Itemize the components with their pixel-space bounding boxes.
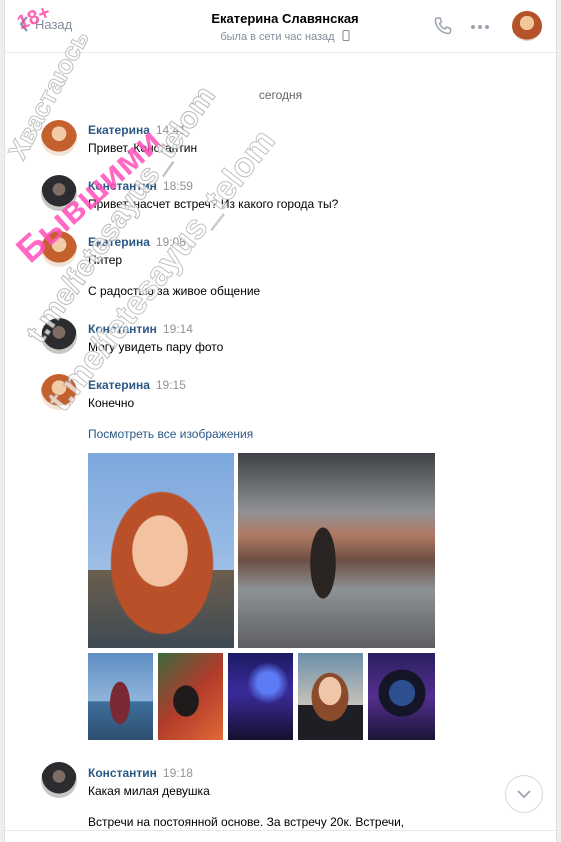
message-author[interactable]: Екатерина 14:41 (88, 123, 186, 137)
message-text: Какая милая девушка (88, 784, 210, 798)
contact-name: Екатерина Славянская (211, 11, 359, 26)
avatar[interactable] (41, 318, 77, 354)
date-separator: сегодня (258, 88, 303, 102)
contact-avatar[interactable] (512, 11, 542, 41)
message-author[interactable]: Екатерина 19:15 (88, 378, 186, 392)
avatar[interactable] (41, 120, 77, 156)
more-options-icon[interactable] (470, 24, 490, 30)
chevron-down-icon (517, 789, 531, 798)
photo-attachment[interactable] (228, 653, 293, 740)
chevron-left-icon (19, 16, 28, 32)
message-text: Привет, насчет встреч? Из какого города … (88, 197, 339, 211)
message-text: С радостью за живое общение (88, 284, 261, 298)
message-text: Могу увидеть пару фото (88, 340, 224, 354)
avatar[interactable] (41, 231, 77, 267)
photo-attachment[interactable] (298, 653, 363, 740)
chat-panel: Назад Екатерина Славянская была в сети ч… (4, 0, 557, 842)
photo-attachment[interactable] (238, 453, 435, 648)
phone-call-icon[interactable] (433, 16, 453, 36)
photo-attachment[interactable] (158, 653, 223, 740)
message-author[interactable]: Екатерина 19:08 (88, 235, 186, 249)
avatar[interactable] (41, 175, 77, 211)
message-time: 19:15 (155, 378, 186, 392)
scroll-down-button[interactable] (505, 775, 543, 813)
message-author[interactable]: Константин 19:18 (88, 766, 193, 780)
message-time: 19:08 (155, 235, 186, 249)
message-time: 14:41 (155, 123, 186, 137)
message-author[interactable]: Константин 19:14 (88, 322, 193, 336)
chat-title-block[interactable]: Екатерина Славянская была в сети час наз… (155, 11, 415, 43)
photo-attachment[interactable] (88, 453, 234, 648)
back-button[interactable]: Назад (19, 16, 72, 32)
chat-header: Назад Екатерина Славянская была в сети ч… (5, 0, 556, 53)
divider (5, 830, 556, 831)
message-text: Привет, Константин (88, 141, 198, 155)
message-text: Питер (88, 253, 123, 267)
message-text: Встречи на постоянной основе. За встречу… (88, 815, 405, 829)
avatar[interactable] (41, 762, 77, 798)
message-time: 19:18 (162, 766, 193, 780)
view-all-images-link[interactable]: Посмотреть все изображения (88, 427, 253, 441)
back-label: Назад (35, 16, 73, 32)
avatar[interactable] (41, 374, 77, 410)
contact-status: была в сети час назад (155, 30, 415, 43)
photo-attachment[interactable] (88, 653, 153, 740)
message-author[interactable]: Константин 18:59 (88, 179, 193, 193)
message-time: 18:59 (162, 179, 193, 193)
photo-attachment[interactable] (368, 653, 435, 740)
message-text: Конечно (88, 396, 135, 410)
message-time: 19:14 (162, 322, 193, 336)
phone-device-icon (342, 30, 350, 41)
